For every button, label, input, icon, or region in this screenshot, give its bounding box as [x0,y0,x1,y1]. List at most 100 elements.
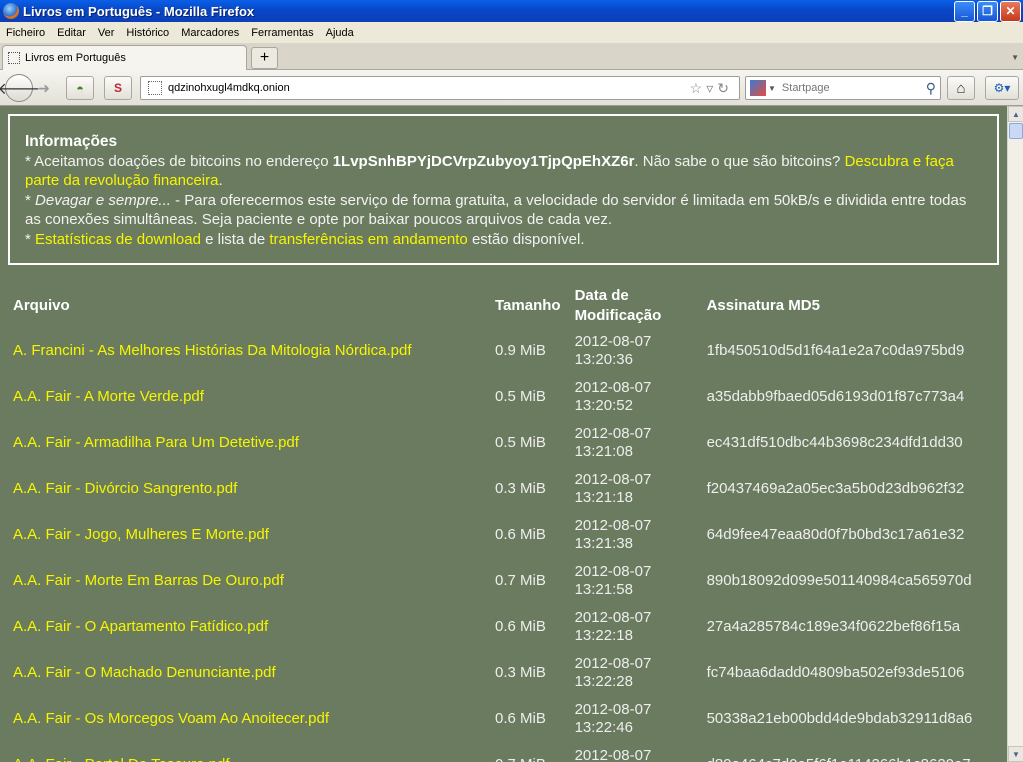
table-row: A.A. Fair - A Morte Verde.pdf 0.5 MiB 2012… [6,374,1000,420]
file-date-cell: 2012-08-07 13:20:36 [568,328,700,374]
file-link[interactable]: A.A. Fair - A Morte Verde.pdf [13,388,204,405]
back-button[interactable]: 🡐 [0,74,40,102]
file-md5: d89a464c7d0e5f6f1e114266b1c8620e7 [700,742,1000,762]
download-stats-link[interactable]: Estatísticas de download [35,231,201,248]
info-line-stats: * Estatísticas de download e lista de tr… [25,230,981,250]
file-link[interactable]: A. Francini - As Melhores Histórias Da M… [13,342,411,359]
tab-livros[interactable]: Livros em Português [2,45,247,70]
file-link[interactable]: A.A. Fair - O Machado Denunciante.pdf [13,664,276,681]
addon-button[interactable]: ⚙▾ [985,76,1019,100]
file-link[interactable]: A.A. Fair - Armadilha Para Um Detetive.p… [13,434,299,451]
site-identity-icon[interactable] [148,81,162,95]
search-icon[interactable]: ⚲ [926,80,936,97]
new-tab-button[interactable]: + [251,47,278,69]
bookmark-star-icon[interactable]: ☆ [690,80,707,96]
vertical-scrollbar[interactable]: ▲ ▼ [1007,106,1023,762]
table-row: A.A. Fair - O Machado Denunciante.pdf 0.3… [6,650,1000,696]
menu-ficheiro[interactable]: Ficheiro [0,27,51,39]
file-md5: 890b18092d099e501140984ca565970d [706,572,972,589]
table-row: A.A. Fair - Os Morcegos Voam Ao Anoitece… [6,696,1000,742]
menu-bar: Ficheiro Editar Ver Histórico Marcadores… [0,22,1023,43]
history-dropdown-icon[interactable]: ▿ [706,80,717,96]
file-md5: 27a4a285784c189e34f0622bef86f15a [706,618,961,635]
tab-list-icon[interactable]: ▼ [1011,53,1019,62]
reload-icon[interactable]: ↻ [717,80,733,96]
file-md5: 1fb450510d5d1f64a1e2a7c0da975bd9 [706,342,965,359]
info-title: Informações [25,133,118,150]
menu-marcadores[interactable]: Marcadores [175,27,245,39]
url-bar-icons: ☆▿↻ [690,80,733,97]
file-link[interactable]: A.A. Fair - Divórcio Sangrento.pdf [13,480,237,497]
file-time: 13:22:46 [574,719,633,736]
scroll-down-button[interactable]: ▼ [1008,746,1023,762]
file-date: 2012-08-07 [574,655,652,672]
url-input[interactable] [168,82,690,94]
menu-ver[interactable]: Ver [92,27,121,39]
info-text: estão disponível. [467,230,585,248]
home-icon: ⌂ [956,79,966,97]
file-name-cell: A.A. Fair - Jogo, Mulheres E Morte.pdf [6,512,488,558]
file-size: 0.6 MiB [495,710,546,727]
minimize-button[interactable]: _ [954,0,975,22]
menu-ferramentas[interactable]: Ferramentas [245,27,319,39]
search-bar[interactable]: ▼ ⚲ [745,76,941,100]
file-size: 0.3 MiB [495,480,546,497]
engine-dropdown-icon[interactable]: ▼ [768,84,776,93]
table-row: A. Francini - As Melhores Histórias Da M… [6,328,1000,374]
file-date-cell: 2012-08-07 13:22:46 [568,696,700,742]
header-size: Tamanho [495,297,561,314]
forward-button[interactable]: ➜ [34,80,54,96]
file-md5: f20437469a2a05ec3a5b0d23db962f32 [706,480,965,497]
menu-editar[interactable]: Editar [51,27,92,39]
close-button[interactable]: ✕ [1000,0,1021,22]
file-name-cell: A.A. Fair - Morte Em Barras De Ouro.pdf [6,558,488,604]
file-date: 2012-08-07 [574,701,652,718]
scroll-thumb[interactable] [1009,123,1023,139]
file-link[interactable]: A.A. Fair - O Apartamento Fatídico.pdf [13,618,268,635]
addon-icon: ⚙▾ [993,81,1011,95]
table-row: A.A. Fair - Armadilha Para Um Detetive.p… [6,420,1000,466]
maximize-button[interactable]: ❐ [977,0,998,22]
file-date: 2012-08-07 [574,517,652,534]
tab-strip: Livros em Português + ▼ [0,43,1023,70]
back-forward-group: 🡐 ➜ [0,74,59,102]
menu-ajuda[interactable]: Ajuda [320,27,360,39]
search-input[interactable] [781,82,926,94]
file-time: 13:20:36 [574,351,633,368]
page-content: Informações * Aceitamos doações de bitco… [0,106,1007,762]
file-time: 13:20:52 [574,397,633,414]
menu-historico[interactable]: Histórico [120,27,175,39]
file-name-cell: A.A. Fair - A Morte Verde.pdf [6,374,488,420]
file-link[interactable]: A.A. Fair - Portal Do Tesouro.pdf [13,756,229,762]
table-row: A.A. Fair - Morte Em Barras De Ouro.pdf 0… [6,558,1000,604]
file-date-cell: 2012-08-07 13:21:08 [568,420,700,466]
transfers-link[interactable]: transferências em andamento [269,231,467,248]
file-name-cell: A.A. Fair - O Apartamento Fatídico.pdf [6,604,488,650]
file-date: 2012-08-07 [574,471,652,488]
file-md5: fc74baa6dadd04809ba502ef93de5106 [706,664,965,681]
file-date: 2012-08-07 [574,425,652,442]
file-table: Arquivo Tamanho Data de Modificação Assi… [6,284,1000,762]
url-bar[interactable]: ☆▿↻ [140,76,740,100]
home-button[interactable]: ⌂ [947,76,975,100]
search-engine-icon[interactable] [750,80,766,96]
file-date: 2012-08-07 [574,609,652,626]
scroll-up-button[interactable]: ▲ [1008,106,1023,122]
file-time: 13:21:18 [574,489,633,506]
file-link[interactable]: A.A. Fair - Jogo, Mulheres E Morte.pdf [13,526,269,543]
navigation-toolbar: 🡐 ➜ ◓ S ☆▿↻ ▼ ⚲ ⌂ ⚙▾ [0,70,1023,106]
header-md5: Assinatura MD5 [706,297,820,314]
tor-onion-button[interactable]: ◓ [66,76,94,100]
file-link[interactable]: A.A. Fair - Morte Em Barras De Ouro.pdf [13,572,284,589]
file-size: 0.9 MiB [495,342,546,359]
file-size: 0.6 MiB [495,618,546,635]
file-md5: a35dabb9fbaed05d6193d01f87c773a4 [706,388,965,405]
file-link[interactable]: A.A. Fair - Os Morcegos Voam Ao Anoitece… [13,710,329,727]
file-table-body: A. Francini - As Melhores Histórias Da M… [6,328,1000,762]
file-name-cell: A.A. Fair - O Machado Denunciante.pdf [6,650,488,696]
file-size: 0.5 MiB [495,434,546,451]
noscript-button[interactable]: S [104,76,132,100]
window-titlebar: Livros em Português - Mozilla Firefox _ … [0,0,1023,22]
file-date-cell: 2012-08-07 13:22:28 [568,650,700,696]
info-text: * [25,230,36,248]
